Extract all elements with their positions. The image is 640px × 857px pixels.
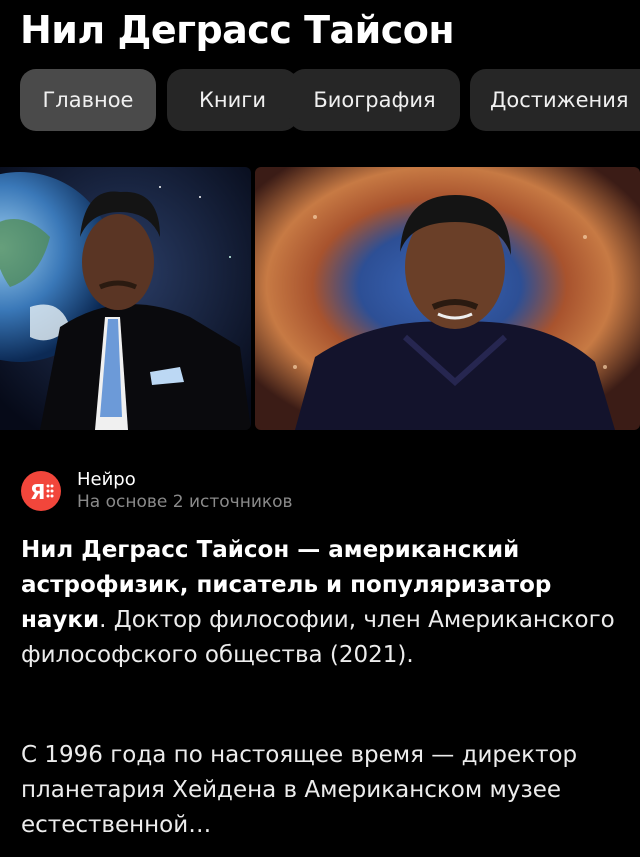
photo-with-globe[interactable]: [0, 167, 251, 430]
answer-paragraph-2[interactable]: С 1996 года по настоящее время — директо…: [21, 738, 626, 843]
yandex-neuro-logo-icon: Я: [21, 471, 61, 511]
svg-text:Я: Я: [30, 480, 45, 504]
photo-with-nebula[interactable]: [255, 167, 640, 430]
image-carousel: [0, 167, 640, 430]
search-result-page: Нил Деграсс Тайсон Главное Книги Биограф…: [0, 0, 640, 857]
answer-lead-rest: . Доктор философии, член Американского ф…: [21, 607, 615, 668]
source-name: Нейро: [77, 469, 136, 490]
source-count[interactable]: На основе 2 источников: [77, 492, 293, 512]
tab-books[interactable]: Книги: [167, 69, 298, 131]
tab-achievements[interactable]: Достижения: [470, 69, 640, 131]
tab-biography[interactable]: Биография: [289, 69, 460, 131]
page-title: Нил Деграсс Тайсон: [20, 8, 455, 52]
answer-paragraph-1: Нил Деграсс Тайсон — американский астроф…: [21, 533, 626, 673]
tab-bar: Главное Книги Биография Достижения: [20, 69, 640, 131]
neuro-source-header[interactable]: Я Нейро На основе 2 источников: [21, 467, 621, 517]
tab-main[interactable]: Главное: [20, 69, 156, 131]
